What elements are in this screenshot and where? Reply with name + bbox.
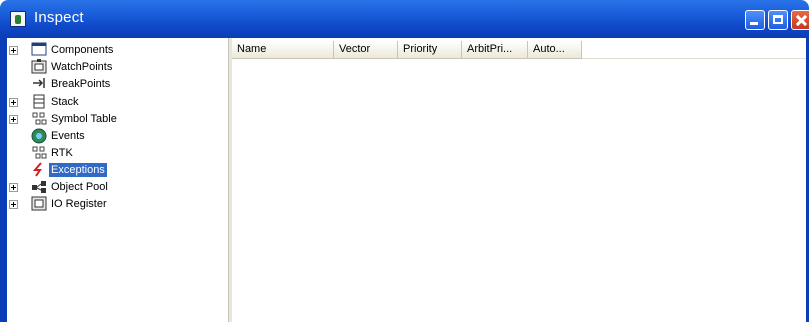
window-frame-left (0, 38, 7, 322)
expand-icon[interactable] (9, 46, 18, 55)
tree-item-label: IO Register (51, 198, 107, 210)
close-button[interactable] (791, 10, 809, 30)
list-pane[interactable]: Name Vector Priority ArbitPri... Auto... (232, 38, 806, 322)
inspect-window: Inspect Components WatchPoints BreakPoin… (0, 0, 809, 322)
column-header-name[interactable]: Name (232, 41, 334, 59)
object-pool-icon (31, 179, 47, 195)
tree-item-label: Exceptions (49, 163, 107, 177)
events-icon (31, 128, 47, 144)
tree-pane[interactable]: Components WatchPoints BreakPoints Stack (7, 38, 228, 322)
tree-item-label: WatchPoints (51, 61, 113, 73)
expand-icon[interactable] (9, 183, 18, 192)
column-header-arbitpri[interactable]: ArbitPri... (462, 41, 528, 59)
stack-icon (31, 94, 47, 110)
inspect-app-icon (10, 11, 26, 27)
column-header-priority[interactable]: Priority (398, 41, 462, 59)
io-register-icon (31, 196, 47, 212)
breakpoints-arrow-icon (31, 76, 47, 92)
title-bar[interactable]: Inspect (0, 0, 809, 38)
watchpoints-icon (31, 59, 47, 75)
exceptions-lightning-icon (31, 162, 47, 178)
symbol-table-icon (31, 111, 47, 127)
tree-item-label: BreakPoints (51, 78, 111, 90)
tree-item-label: Events (51, 130, 85, 142)
tree-item-label: Components (51, 44, 114, 56)
minimize-button[interactable] (745, 10, 765, 30)
column-header-auto[interactable]: Auto... (528, 41, 582, 59)
expand-icon[interactable] (9, 200, 18, 209)
expand-icon[interactable] (9, 115, 18, 124)
tree-item-label: Symbol Table (51, 113, 117, 125)
expand-icon[interactable] (9, 98, 18, 107)
components-icon (31, 42, 47, 58)
window-title: Inspect (34, 9, 84, 26)
tree-item-label: Stack (51, 96, 79, 108)
tree-item-label: Object Pool (51, 181, 108, 193)
maximize-button[interactable] (768, 10, 788, 30)
column-header-vector[interactable]: Vector (334, 41, 398, 59)
rtk-icon (31, 145, 47, 161)
tree-item-label: RTK (51, 147, 73, 159)
